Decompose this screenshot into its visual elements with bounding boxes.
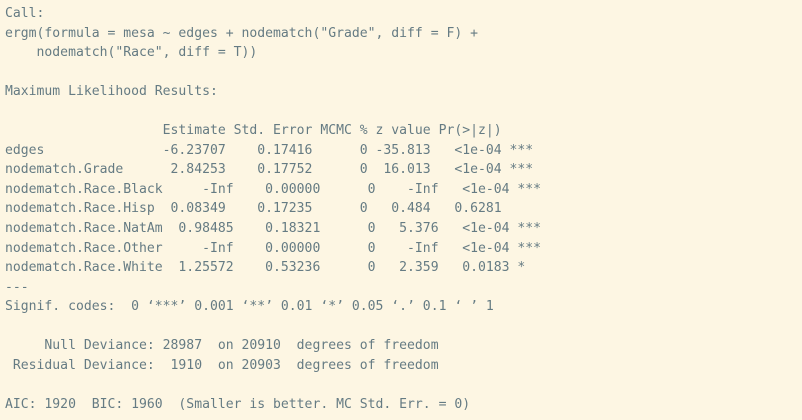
console-line: Call: xyxy=(5,6,45,21)
console-line: ergm(formula = mesa ~ edges + nodematch(… xyxy=(5,25,486,41)
console-line: Maximum Likelihood Results: xyxy=(5,84,218,100)
console-line: --- xyxy=(5,279,29,295)
residual-deviance: Residual Deviance: 1910 on 20903 degrees… xyxy=(5,357,439,373)
table-row: nodematch.Race.NatAm 0.98485 0.18321 0 5… xyxy=(5,221,542,237)
table-header: Estimate Std. Error MCMC % z value Pr(>|… xyxy=(5,123,534,139)
table-row: nodematch.Race.Black -Inf 0.00000 0 -Inf… xyxy=(5,181,542,197)
signif-codes: Signif. codes: 0 ‘***’ 0.001 ‘**’ 0.01 ‘… xyxy=(5,299,494,315)
table-row: nodematch.Grade 2.84253 0.17752 0 16.013… xyxy=(5,162,534,178)
table-row: nodematch.Race.White 1.25572 0.53236 0 2… xyxy=(5,260,542,276)
console-line: nodematch("Race", diff = T)) xyxy=(5,45,258,61)
table-row: edges -6.23707 0.17416 0 -35.813 <1e-04 … xyxy=(5,142,534,158)
aic-bic: AIC: 1920 BIC: 1960 (Smaller is better. … xyxy=(5,396,471,412)
table-row: nodematch.Race.Other -Inf 0.00000 0 -Inf… xyxy=(5,240,542,256)
table-row: nodematch.Race.Hisp 0.08349 0.17235 0 0.… xyxy=(5,201,534,217)
null-deviance: Null Deviance: 28987 on 20910 degrees of… xyxy=(5,338,439,354)
console-output: Call: ergm(formula = mesa ~ edges + node… xyxy=(0,0,802,420)
